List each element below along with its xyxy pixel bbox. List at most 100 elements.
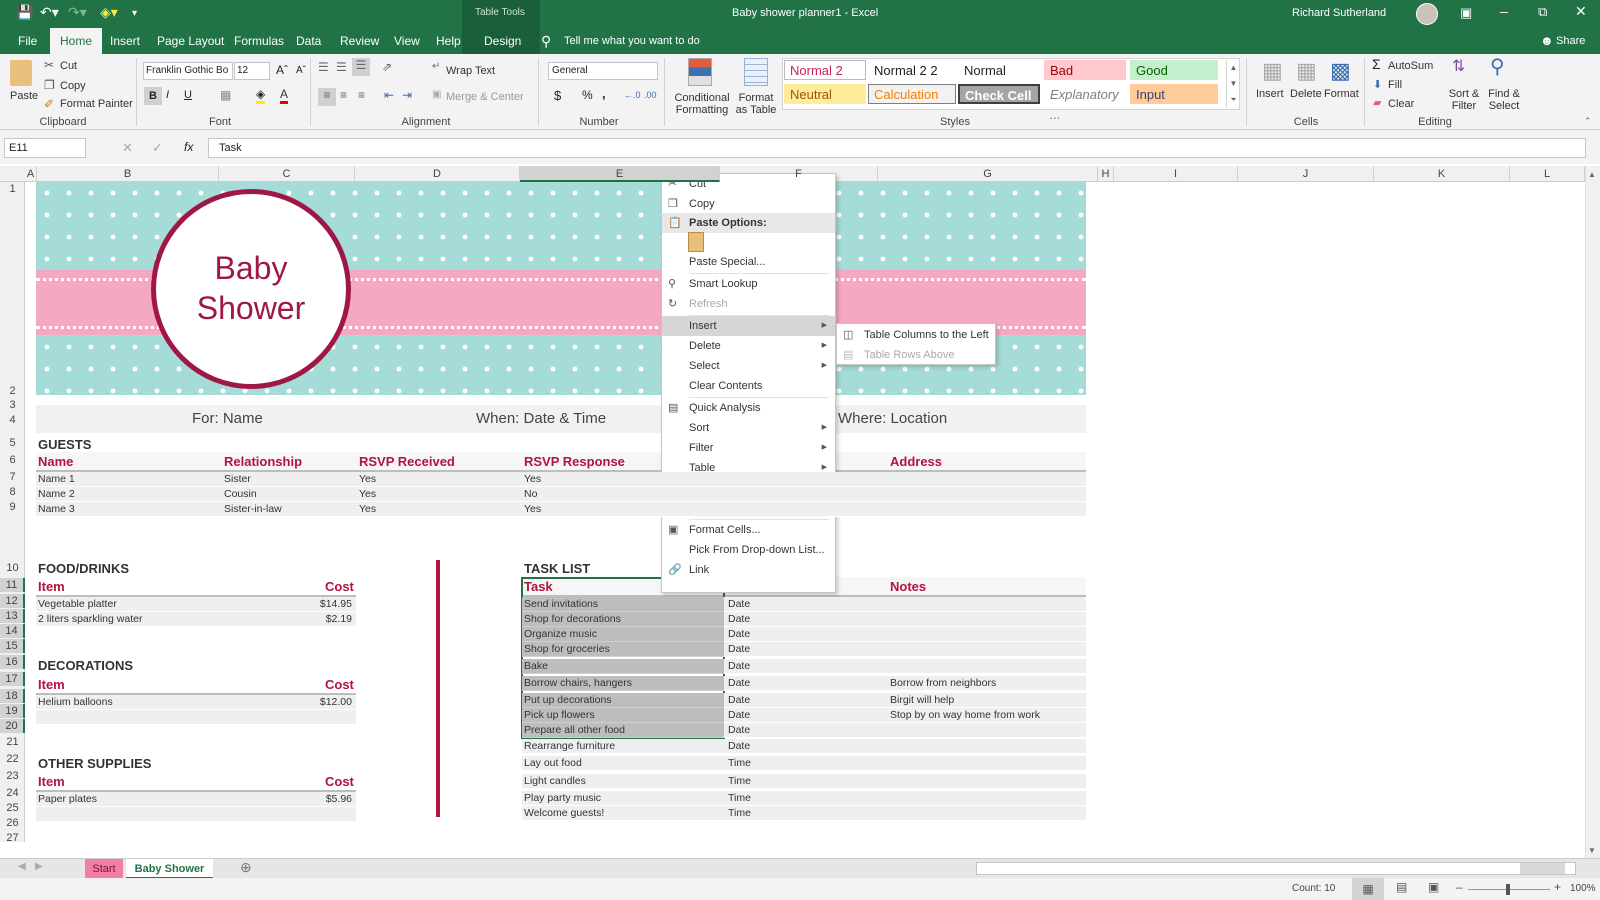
- scroll-up-icon[interactable]: ▲: [1588, 170, 1596, 179]
- row-header[interactable]: 13: [0, 609, 25, 623]
- italic-button[interactable]: I: [166, 89, 169, 101]
- increase-decimal-icon[interactable]: ←.0: [624, 90, 641, 100]
- row-header[interactable]: 4: [0, 413, 25, 427]
- number-format-select[interactable]: General: [548, 62, 658, 80]
- collapse-ribbon-icon[interactable]: ⌃: [1584, 116, 1592, 127]
- tab-page-layout[interactable]: Page Layout: [147, 28, 234, 54]
- menu-item-smart-lookup[interactable]: ⚲ Smart Lookup: [662, 274, 835, 294]
- menu-item-quick-analysis[interactable]: ▤ Quick Analysis: [662, 398, 835, 418]
- guest-cell[interactable]: Name 3: [38, 503, 75, 515]
- bottom-align-icon[interactable]: ☰: [352, 58, 370, 76]
- supplies-header-cost[interactable]: Cost: [325, 774, 354, 789]
- tell-me-search[interactable]: Tell me what you want to do: [564, 35, 700, 47]
- copy-button[interactable]: Copy: [60, 80, 86, 92]
- zoom-level[interactable]: 100%: [1570, 883, 1596, 894]
- row-header[interactable]: 24: [0, 786, 25, 800]
- guest-cell[interactable]: Sister: [224, 473, 251, 485]
- task-cell[interactable]: Send invitations: [524, 598, 598, 610]
- task-date-cell[interactable]: Date: [728, 709, 750, 721]
- task-date-cell[interactable]: Time: [728, 807, 751, 819]
- conditional-formatting-button[interactable]: Conditional Formatting: [674, 92, 730, 116]
- task-notes-cell[interactable]: Stop by on way home from work: [890, 709, 1040, 721]
- task-cell[interactable]: Light candles: [524, 775, 586, 787]
- task-date-cell[interactable]: Date: [728, 613, 750, 625]
- save-icon[interactable]: 💾: [16, 4, 33, 24]
- event-when[interactable]: When: Date & Time: [476, 405, 606, 433]
- paste-option-icon[interactable]: [688, 232, 704, 252]
- cell-style-item[interactable]: Calculation: [868, 84, 956, 104]
- task-cell[interactable]: Bake: [524, 660, 548, 672]
- tab-home[interactable]: Home: [50, 28, 103, 54]
- guest-cell[interactable]: Yes: [524, 503, 541, 515]
- guest-cell[interactable]: Name 1: [38, 473, 75, 485]
- cell-style-item[interactable]: Normal 2: [784, 60, 866, 80]
- cell-style-item[interactable]: Neutral: [784, 84, 866, 104]
- row-header[interactable]: 26: [0, 816, 25, 830]
- row-header[interactable]: 21: [0, 735, 25, 749]
- food-header-item[interactable]: Item: [38, 579, 65, 594]
- event-for[interactable]: For: Name: [192, 405, 263, 433]
- currency-button[interactable]: $: [554, 88, 561, 103]
- menu-item-delete[interactable]: Delete ▶: [662, 336, 835, 356]
- sheet-tab-baby-shower[interactable]: Baby Shower: [126, 859, 213, 879]
- row-header[interactable]: 16: [0, 655, 25, 669]
- align-center-icon[interactable]: ≡: [340, 88, 347, 102]
- item-cell[interactable]: Helium balloons: [38, 696, 113, 708]
- column-header-h[interactable]: H: [1098, 166, 1114, 182]
- avatar[interactable]: [1416, 3, 1438, 25]
- task-cell[interactable]: Put up decorations: [524, 694, 612, 706]
- task-date-cell[interactable]: Date: [728, 724, 750, 736]
- menu-item-clear-contents[interactable]: Clear Contents: [662, 376, 835, 396]
- cell-style-item[interactable]: Input: [1130, 84, 1218, 104]
- autosum-button[interactable]: AutoSum: [1388, 60, 1433, 72]
- guests-header-rsvp-received[interactable]: RSVP Received: [359, 454, 455, 469]
- top-align-icon[interactable]: ☰: [318, 60, 329, 74]
- column-header-k[interactable]: K: [1374, 166, 1510, 182]
- guest-cell[interactable]: No: [524, 488, 537, 500]
- prev-sheet-icon[interactable]: ◀: [18, 861, 26, 872]
- menu-item-insert[interactable]: Insert ▶: [662, 316, 835, 336]
- row-header[interactable]: 25: [0, 801, 25, 815]
- row-header[interactable]: 18: [0, 689, 25, 703]
- column-header-l[interactable]: L: [1510, 166, 1585, 182]
- task-cell[interactable]: Prepare all other food: [524, 724, 625, 736]
- decorations-header-item[interactable]: Item: [38, 677, 65, 692]
- event-where[interactable]: Where: Location: [838, 405, 947, 433]
- cost-cell[interactable]: $5.96: [280, 793, 352, 805]
- menu-item-refresh[interactable]: ↻ Refresh: [662, 294, 835, 314]
- bold-button[interactable]: B: [144, 87, 162, 105]
- minimize-icon[interactable]: –: [1500, 3, 1508, 19]
- cost-cell[interactable]: $2.19: [280, 613, 352, 625]
- close-icon[interactable]: ✕: [1575, 3, 1587, 20]
- row-header[interactable]: 9: [0, 500, 25, 514]
- row-header[interactable]: 3: [0, 398, 25, 412]
- paste-icon[interactable]: [10, 60, 32, 86]
- row-header[interactable]: 20: [0, 719, 25, 733]
- tab-file[interactable]: File: [8, 28, 47, 54]
- restore-icon[interactable]: ⧉: [1538, 4, 1547, 20]
- column-header-d[interactable]: D: [355, 166, 520, 182]
- customize-qat-icon[interactable]: ▾: [132, 8, 137, 28]
- cell-style-item[interactable]: Normal: [958, 60, 1040, 80]
- row-header[interactable]: 5: [0, 436, 25, 450]
- menu-item-link[interactable]: 🔗 Link: [662, 560, 835, 580]
- task-date-cell[interactable]: Date: [728, 694, 750, 706]
- row-header[interactable]: 1: [0, 182, 25, 196]
- tab-review[interactable]: Review: [330, 28, 389, 54]
- task-date-cell[interactable]: Date: [728, 660, 750, 672]
- format-cells-button[interactable]: Format: [1324, 88, 1359, 100]
- format-painter-button[interactable]: Format Painter: [60, 98, 133, 110]
- page-layout-view-icon[interactable]: ▤: [1396, 880, 1407, 894]
- cancel-icon[interactable]: ✕: [122, 140, 133, 156]
- task-date-cell[interactable]: Date: [728, 628, 750, 640]
- borders-icon[interactable]: ▦: [220, 88, 231, 102]
- cut-button[interactable]: Cut: [60, 60, 77, 72]
- guests-header-relationship[interactable]: Relationship: [224, 454, 302, 469]
- sheet-tab-start[interactable]: Start: [85, 859, 123, 879]
- item-cell[interactable]: Paper plates: [38, 793, 97, 805]
- guest-cell[interactable]: Yes: [359, 473, 376, 485]
- find-select-button[interactable]: Find & Select: [1486, 88, 1522, 112]
- menu-item-paste-special[interactable]: Paste Special...: [662, 252, 835, 272]
- next-sheet-icon[interactable]: ▶: [35, 861, 43, 872]
- row-header[interactable]: 8: [0, 485, 25, 499]
